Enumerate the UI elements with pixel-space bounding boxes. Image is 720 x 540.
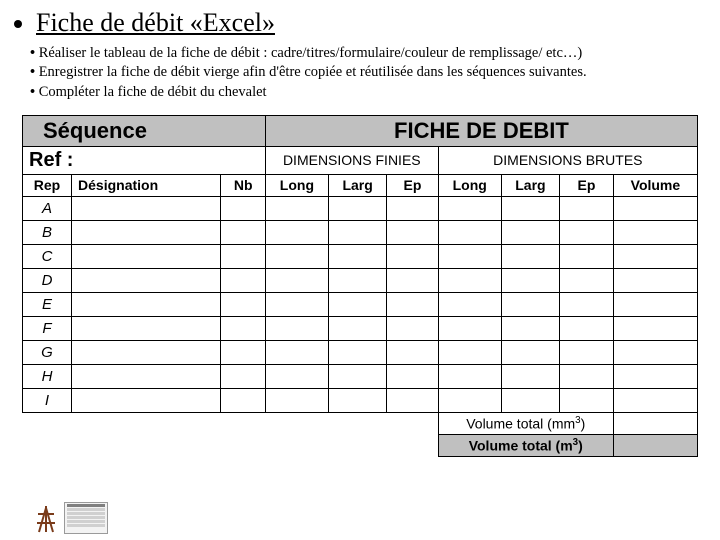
col-long2: Long	[438, 174, 501, 196]
header-dim-brut: DIMENSIONS BRUTES	[438, 146, 697, 174]
row-label: C	[23, 244, 72, 268]
row-label: F	[23, 316, 72, 340]
table-row: Ref : DIMENSIONS FINIES DIMENSIONS BRUTE…	[23, 146, 698, 174]
table-row: F	[23, 316, 698, 340]
table-row: H	[23, 364, 698, 388]
table-row: B	[23, 220, 698, 244]
row-label: D	[23, 268, 72, 292]
table-row: D	[23, 268, 698, 292]
row-label: G	[23, 340, 72, 364]
spreadsheet-table: Séquence FICHE DE DEBIT Ref : DIMENSIONS…	[22, 115, 698, 457]
header-ref: Ref :	[23, 146, 266, 174]
row-label: I	[23, 388, 72, 412]
header-fiche: FICHE DE DEBIT	[265, 115, 697, 146]
bullet-item: Compléter la fiche de débit du chevalet	[30, 83, 706, 103]
col-desig: Désignation	[72, 174, 221, 196]
col-larg1: Larg	[328, 174, 386, 196]
table-row: Volume total (mm3)	[23, 412, 698, 434]
col-rep: Rep	[23, 174, 72, 196]
col-long1: Long	[265, 174, 328, 196]
row-label: E	[23, 292, 72, 316]
table-row: C	[23, 244, 698, 268]
table-row: I	[23, 388, 698, 412]
col-ep1: Ep	[387, 174, 438, 196]
table-row: A	[23, 196, 698, 220]
table-row: Volume total (m3)	[23, 434, 698, 456]
bullet-item: Enregistrer la fiche de débit vierge afi…	[30, 63, 706, 83]
col-larg2: Larg	[501, 174, 559, 196]
volume-total-m3-label: Volume total (m3)	[438, 434, 613, 456]
volume-total-m3-value	[613, 434, 697, 456]
row-label: A	[23, 196, 72, 220]
col-volume: Volume	[613, 174, 697, 196]
volume-total-mm3-label: Volume total (mm3)	[438, 412, 613, 434]
bullet-list: Réaliser le tableau de la fiche de débit…	[30, 44, 706, 103]
col-ep2: Ep	[560, 174, 614, 196]
volume-total-mm3-value	[613, 412, 697, 434]
easel-icon	[34, 502, 58, 534]
col-nb: Nb	[221, 174, 265, 196]
row-label: H	[23, 364, 72, 388]
bullet-item: Réaliser le tableau de la fiche de débit…	[30, 44, 706, 64]
page-title: Fiche de débit «Excel»	[36, 8, 706, 38]
table-row: Séquence FICHE DE DEBIT	[23, 115, 698, 146]
table-row: G	[23, 340, 698, 364]
table-row: Rep Désignation Nb Long Larg Ep Long Lar…	[23, 174, 698, 196]
spreadsheet-thumbnail-icon	[64, 502, 108, 534]
header-dim-fin: DIMENSIONS FINIES	[265, 146, 438, 174]
header-sequence: Séquence	[23, 115, 266, 146]
row-label: B	[23, 220, 72, 244]
table-row: E	[23, 292, 698, 316]
